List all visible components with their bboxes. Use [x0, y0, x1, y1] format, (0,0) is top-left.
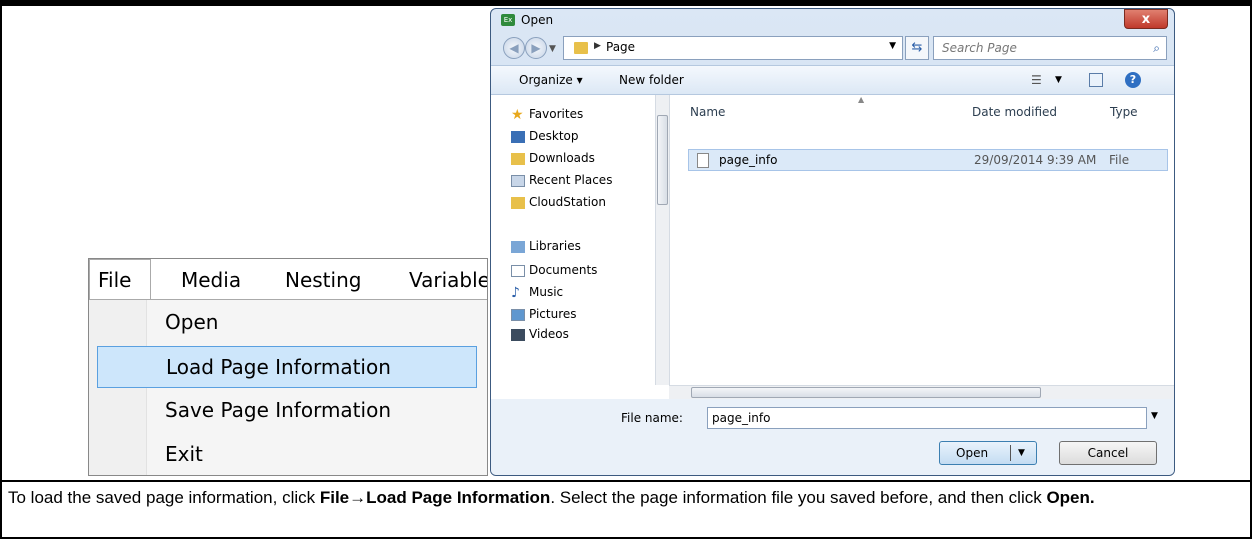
nav-favorites[interactable]: Favorites — [529, 107, 583, 121]
menu-media[interactable]: Media — [181, 265, 241, 295]
nav-videos[interactable]: Videos — [529, 327, 569, 341]
search-input[interactable]: Search Page ⌕ — [933, 36, 1167, 60]
column-name[interactable]: Name — [690, 105, 725, 119]
caption-text-2: . Select the page information file you s… — [550, 488, 1047, 507]
view-dropdown-icon[interactable]: ▼ — [1055, 75, 1062, 85]
view-options-icon[interactable]: ☰ — [1031, 73, 1042, 87]
search-icon[interactable]: ⌕ — [1153, 41, 1160, 56]
file-name: page_info — [719, 153, 778, 167]
nav-downloads[interactable]: Downloads — [529, 151, 595, 165]
address-row: ◀ ▶ ▼ ▶ Page ▼ ⇆ Search Page ⌕ — [491, 31, 1174, 65]
downloads-icon — [511, 153, 525, 165]
open-dialog: Ex Open x ◀ ▶ ▼ ▶ Page ▼ ⇆ Search Page ⌕… — [490, 8, 1175, 476]
folder-icon — [511, 197, 525, 209]
forward-button[interactable]: ▶ — [525, 37, 547, 59]
close-button[interactable]: x — [1124, 9, 1168, 29]
dialog-footer: File name: page_info ▼ Open ▼ Cancel — [491, 399, 1174, 475]
caption-bold-1: File→Load Page Information — [319, 488, 551, 507]
caption: To load the saved page information, clic… — [8, 486, 1244, 510]
open-button[interactable]: Open ▼ — [939, 441, 1037, 465]
nav-desktop[interactable]: Desktop — [529, 129, 579, 143]
preview-pane-icon[interactable] — [1089, 73, 1103, 87]
file-icon — [697, 153, 709, 168]
file-list: ▲ Name Date modified Type page_info 29/0… — [669, 95, 1174, 399]
recent-locations-dropdown[interactable]: ▼ — [549, 44, 556, 54]
star-icon: ★ — [511, 107, 524, 123]
open-dropdown-icon[interactable]: ▼ — [1018, 448, 1025, 458]
column-type[interactable]: Type — [1110, 105, 1138, 119]
app-icon: Ex — [501, 14, 515, 26]
nav-music[interactable]: Music — [529, 285, 563, 299]
address-bar[interactable]: ▶ Page ▼ — [563, 36, 903, 60]
scrollbar-thumb[interactable] — [691, 387, 1041, 398]
scrollbar-thumb[interactable] — [657, 115, 668, 205]
sort-arrow-icon: ▲ — [858, 95, 865, 104]
column-date-modified[interactable]: Date modified — [972, 105, 1057, 119]
nav-pictures[interactable]: Pictures — [529, 307, 577, 321]
horizontal-scrollbar[interactable] — [669, 385, 1174, 399]
new-folder-button[interactable]: New folder — [619, 73, 684, 87]
desktop-icon — [511, 131, 525, 143]
recent-places-icon — [511, 175, 525, 187]
menu-bar: File Media Nesting Variable — [89, 259, 487, 300]
back-button[interactable]: ◀ — [503, 37, 525, 59]
split-divider — [1010, 445, 1011, 461]
documents-icon — [511, 265, 525, 277]
nav-libraries[interactable]: Libraries — [529, 239, 581, 253]
file-date: 29/09/2014 9:39 AM — [974, 153, 1097, 167]
nav-documents[interactable]: Documents — [529, 263, 597, 277]
dialog-toolbar: Organize ▾ New folder ☰ ▼ ? — [491, 65, 1174, 95]
menu-screenshot: File Media Nesting Variable Open Load Pa… — [88, 258, 488, 476]
file-row[interactable]: page_info 29/09/2014 9:39 AM File — [688, 149, 1168, 171]
help-icon[interactable]: ? — [1125, 72, 1141, 88]
file-name-input[interactable]: page_info — [707, 407, 1147, 429]
caption-text-1: To load the saved page information, clic… — [8, 488, 320, 507]
file-type: File — [1109, 153, 1130, 167]
menu-item-load-page-information[interactable]: Load Page Information — [97, 346, 477, 388]
nav-cloudstation[interactable]: CloudStation — [529, 195, 606, 209]
menu-item-exit[interactable]: Exit — [97, 434, 477, 475]
refresh-button[interactable]: ⇆ — [905, 36, 929, 60]
cancel-button[interactable]: Cancel — [1059, 441, 1157, 465]
address-dropdown-icon[interactable]: ▼ — [889, 41, 896, 51]
open-button-label: Open — [956, 446, 989, 460]
videos-icon — [511, 329, 525, 341]
breadcrumb-page[interactable]: Page — [606, 40, 635, 54]
dialog-title: Open — [521, 13, 554, 27]
music-icon: ♪ — [511, 285, 520, 301]
file-name-label: File name: — [621, 411, 683, 425]
nav-recent-places[interactable]: Recent Places — [529, 173, 612, 187]
menu-file[interactable]: File — [89, 259, 151, 300]
file-menu-dropdown: Open Load Page Information Save Page Inf… — [89, 299, 487, 475]
dialog-titlebar: Ex Open x — [491, 9, 1174, 31]
caption-divider — [0, 480, 1252, 482]
menu-item-save-page-information[interactable]: Save Page Information — [97, 390, 477, 432]
breadcrumb-arrow-icon[interactable]: ▶ — [594, 41, 601, 51]
pictures-icon — [511, 309, 525, 321]
menu-variable[interactable]: Variable — [409, 265, 487, 295]
menu-nesting[interactable]: Nesting — [285, 265, 361, 295]
caption-bold-2: Open. — [1046, 488, 1095, 507]
folder-icon — [574, 42, 588, 54]
file-name-dropdown-icon[interactable]: ▼ — [1151, 411, 1158, 421]
libraries-icon — [511, 241, 525, 253]
menu-item-open[interactable]: Open — [97, 302, 477, 344]
organize-button[interactable]: Organize ▾ — [519, 73, 583, 87]
search-placeholder: Search Page — [942, 41, 1017, 55]
navigation-scrollbar[interactable] — [655, 95, 669, 385]
navigation-pane: ★ Favorites Desktop Downloads Recent Pla… — [491, 95, 669, 399]
